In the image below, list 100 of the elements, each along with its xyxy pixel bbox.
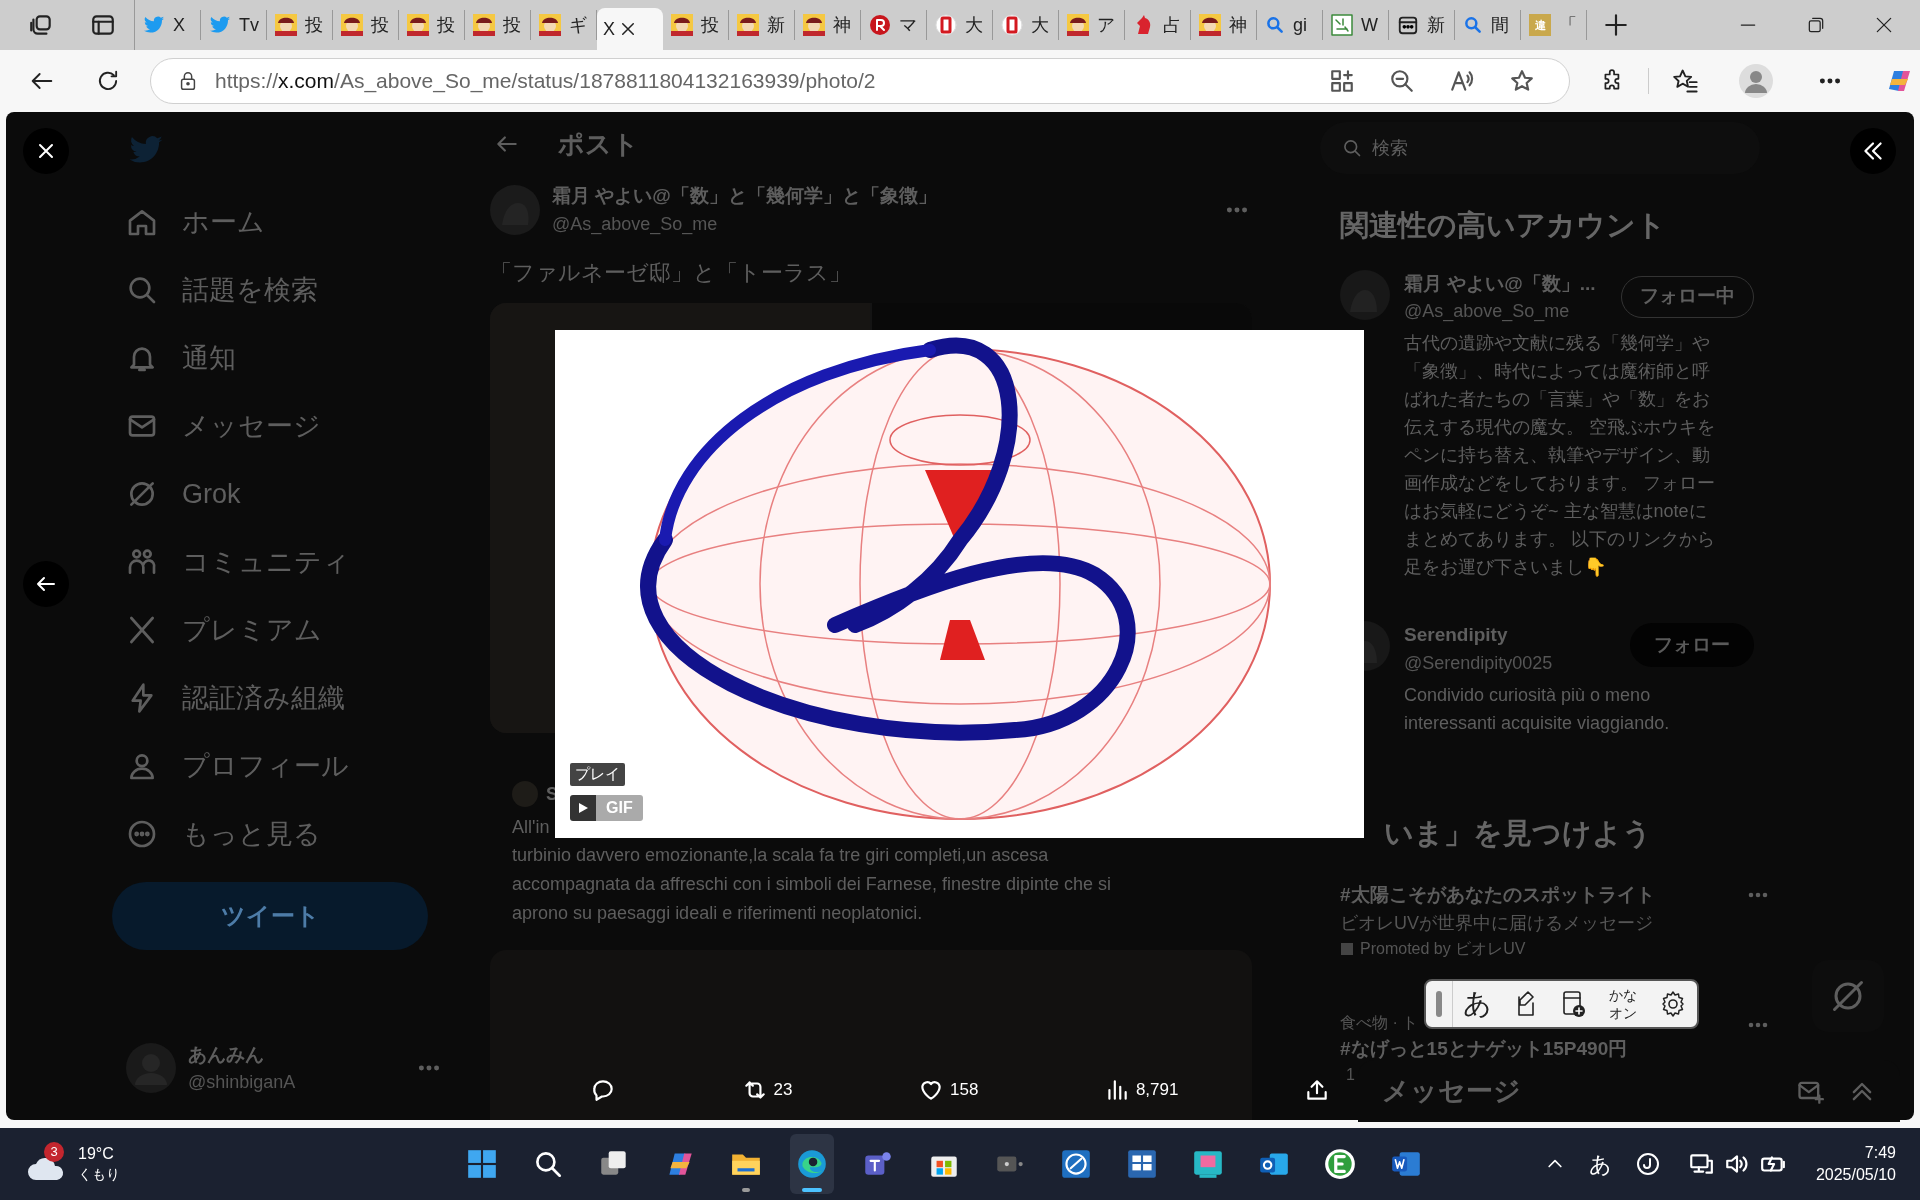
avatar-icon	[407, 14, 429, 36]
browser-tab[interactable]: 神	[1191, 10, 1257, 40]
letter-r-circle-icon	[869, 14, 891, 36]
tab-actions-icon[interactable]	[90, 12, 116, 38]
tab-title: 投	[437, 13, 455, 37]
restore-icon[interactable]	[1806, 15, 1826, 35]
tab-title: 投	[305, 13, 323, 37]
browser-tab[interactable]: 投	[465, 10, 531, 40]
author-avatar	[490, 184, 540, 235]
avatar-icon	[341, 14, 363, 36]
browser-tab[interactable]: 間	[1455, 10, 1521, 40]
zoom-out-icon[interactable]	[1389, 68, 1415, 94]
browser-tab[interactable]: 新	[1389, 10, 1455, 40]
browser-tab[interactable]: Tv	[201, 10, 267, 40]
more-circle-icon	[126, 818, 158, 850]
star-icon[interactable]	[1509, 68, 1535, 94]
post-text: 「ファルネーゼ邸」と「トーラス」	[490, 258, 852, 287]
browser-tab[interactable]: 大	[993, 10, 1059, 40]
input-mode-button[interactable]: あ	[1453, 983, 1501, 1025]
account-avatar	[1340, 269, 1390, 320]
browser-tab[interactable]: 大	[927, 10, 993, 40]
tab-title: 投	[503, 13, 521, 37]
app-grid-icon[interactable]	[1329, 68, 1355, 94]
quote-text: turbinio davvero emozionante,la scala fa tre giri completi,un ascesa accompagnata da affreschi con i simboli dei Farnese, finestre dipinte che si aprono su paesaggi ideali e riferimenti neoplatonici.	[512, 843, 1112, 925]
framed-circle-icon	[935, 14, 957, 36]
author-handle: @As_above_So_me	[552, 212, 719, 237]
drag-handle[interactable]	[1436, 991, 1442, 1017]
browser-tab[interactable]: 投	[399, 10, 465, 40]
tab-title: 投	[701, 13, 719, 37]
trend-count: 1	[1346, 1065, 1355, 1085]
weather-text: くもり	[78, 1165, 120, 1184]
account-name: 霜月 やよい@「数」...	[1404, 271, 1596, 296]
avatar-icon	[275, 14, 297, 36]
browser-tab[interactable]: W	[1323, 10, 1389, 40]
clock[interactable]: 7:49 2025/05/10	[1815, 1142, 1896, 1186]
browser-tab[interactable]: gi	[1257, 10, 1323, 40]
browser-tab[interactable]: 違 「	[1521, 10, 1587, 40]
bird-icon	[143, 14, 165, 36]
browser-tab[interactable]: 投	[663, 10, 729, 40]
search-icon	[1463, 15, 1483, 35]
address-bar[interactable]: https://x.com/As_above_So_me/status/1878811804132163939/photo/2	[150, 58, 1570, 104]
tab-title: 大	[965, 13, 983, 37]
search-icon	[1342, 138, 1362, 158]
url-text: https://x.com/As_above_So_me/status/1878811804132163939/photo/2	[215, 68, 876, 95]
edge-icon	[795, 1147, 829, 1181]
stat-button[interactable]: 8,791	[1103, 1077, 1179, 1103]
close-icon[interactable]	[1874, 15, 1894, 35]
taskbar-app[interactable]	[790, 1134, 834, 1194]
tab-title: 占	[1163, 13, 1181, 37]
promoted-icon	[1340, 941, 1354, 956]
browser-tab[interactable]: 神	[795, 10, 861, 40]
reply-icon[interactable]	[590, 1077, 616, 1103]
notification-badge: 3	[44, 1142, 64, 1162]
account-bio: Condivido curiosità più o meno interessanti acquisite viaggiando.	[1404, 683, 1671, 735]
read-aloud-icon[interactable]	[1449, 68, 1475, 94]
browser-tab[interactable]: 投	[333, 10, 399, 40]
section-title: 関連性の高いアカウント	[1340, 208, 1667, 243]
stat-button[interactable]: 158	[918, 1077, 979, 1103]
favorites-icon[interactable]	[1671, 67, 1699, 95]
circle-j-icon[interactable]	[1635, 1152, 1660, 1176]
browser-tab[interactable]: 新	[729, 10, 795, 40]
new-tab-icon[interactable]	[1603, 12, 1629, 38]
tab-title: ギ	[569, 13, 587, 37]
trend-title: #太陽こそがあなたのスポットライト	[1340, 883, 1655, 907]
account-handle: @As_above_So_me	[1404, 300, 1571, 324]
network-icon[interactable]	[1687, 1151, 1714, 1177]
account-handle: @Serendipity0025	[1404, 651, 1553, 675]
ime-mode-indicator[interactable]: あ	[1588, 1147, 1612, 1181]
tab-title: 「	[1559, 13, 1577, 37]
tab-title: 神	[833, 13, 851, 37]
kana-toggle[interactable]: かな オン	[1597, 986, 1649, 1022]
windows-icon	[465, 1147, 499, 1181]
workspaces-icon[interactable]	[28, 12, 54, 38]
tab-title: Tv	[239, 13, 259, 37]
profile-avatar[interactable]	[1739, 64, 1773, 98]
browser-tab[interactable]: マ	[861, 10, 927, 40]
tile-icon	[1331, 14, 1353, 36]
browser-tab[interactable]: ギ	[531, 10, 597, 40]
close-icon[interactable]	[619, 20, 637, 38]
quote-text: All'in	[512, 815, 550, 839]
stat-button[interactable]: 23	[741, 1077, 793, 1103]
browser-tab[interactable]: 投	[267, 10, 333, 40]
tab-title: W	[1361, 13, 1378, 37]
browser-tab[interactable]: X	[135, 10, 201, 40]
slashed-circle-icon	[1830, 978, 1866, 1014]
browser-tab[interactable]: ア	[1059, 10, 1125, 40]
section-title: いま」を見つけよう	[1384, 815, 1653, 851]
tab-title: X	[173, 13, 185, 37]
user-handle: @shinbiganA	[188, 1071, 297, 1094]
search-icon	[1265, 15, 1285, 35]
trend-title: #なげっと15とナゲット15P490円	[1340, 1036, 1628, 1061]
framed-circle-icon	[1001, 14, 1023, 36]
gif-play-label: プレイ	[570, 763, 625, 786]
tab-title: 新	[1427, 13, 1445, 37]
browser-tab[interactable]: X	[597, 8, 663, 50]
avatar-icon	[671, 14, 693, 36]
browser-tab[interactable]: 占	[1125, 10, 1191, 40]
kanji-favicon: 違	[1529, 14, 1551, 36]
account-name: Serendipity	[1404, 623, 1509, 647]
tweet-button[interactable]: ツイート	[112, 882, 428, 950]
